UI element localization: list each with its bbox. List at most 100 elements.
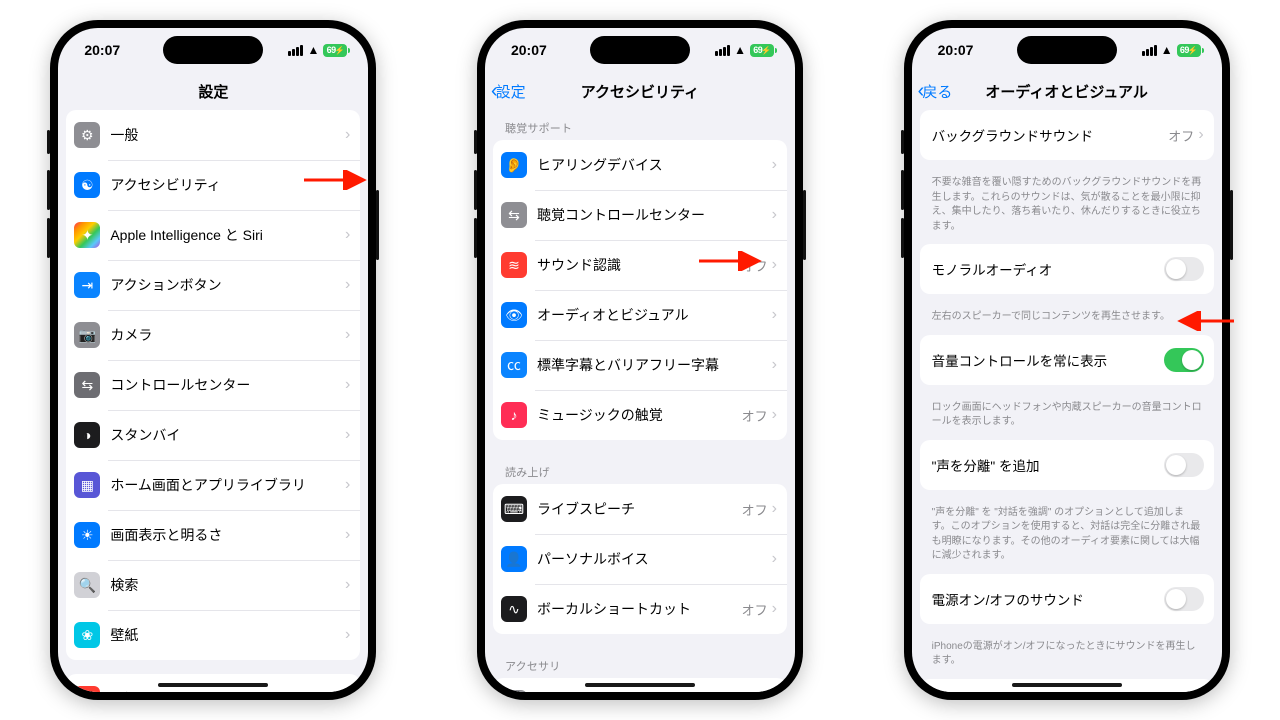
camera-icon: 📷 [74,322,100,348]
settings-row[interactable]: ☀画面表示と明るさ› [66,510,360,560]
cellular-icon [715,45,730,56]
settings-row[interactable]: 👂ヒアリングデバイス› [493,140,787,190]
chevron-right-icon: › [772,551,777,567]
back-button[interactable]: ‹設定 [491,72,526,110]
wifi-icon: ▲ [734,43,746,57]
row-label: スタンバイ [110,425,345,445]
chevron-right-icon: › [345,177,350,193]
settings-row[interactable]: 📷 カメラ› [66,310,360,360]
battery-icon: 69⚡ [1177,44,1204,57]
row-mono-audio[interactable]: モノラルオーディオ [920,244,1214,294]
settings-row[interactable]: ㏄標準字幕とバリアフリー字幕› [493,340,787,390]
row-background-sounds[interactable]: バックグラウンドサウンド オフ › [920,110,1214,160]
chevron-right-icon: › [345,277,350,293]
section-header: 読み上げ [493,454,787,484]
kb-icon: ⌨ [501,496,527,522]
section-header: 聴覚サポート [493,110,787,140]
toggle-headphone-notification[interactable] [1164,692,1204,693]
chevron-right-icon: › [345,427,350,443]
flower-icon: ❀ [74,622,100,648]
chevron-right-icon: › [345,477,350,493]
page-title: オーディオとビジュアル [985,81,1147,102]
row-add-voice-isolation[interactable]: "声を分離" を追加 [920,440,1214,490]
chevron-right-icon: › [345,127,350,143]
settings-row[interactable]: 🔍検索› [66,560,360,610]
toggle-always-show-volume[interactable] [1164,348,1204,372]
wifi-icon: ▲ [1161,43,1173,57]
settings-row[interactable]: ✦Apple Intelligence と Siri› [66,210,360,260]
settings-row[interactable]: ⌨ライブスピーチオフ› [493,484,787,534]
chevron-right-icon: › [772,157,777,173]
clock: 20:07 [84,42,120,58]
settings-row[interactable]: 👤パーソナルボイス› [493,534,787,584]
home-indicator[interactable] [585,683,695,687]
wave2-icon: ∿ [501,596,527,622]
chevron-right-icon: › [345,227,350,243]
voice-icon: 👤 [501,546,527,572]
chevron-right-icon: › [345,327,350,343]
bell-icon: 🔔 [74,686,100,692]
chevron-right-icon: › [345,377,350,393]
home-indicator[interactable] [158,683,268,687]
music-icon: ♪ [501,402,527,428]
gear-icon: ⚙ [74,122,100,148]
chevron-right-icon: › [1198,127,1203,143]
dynamic-island [163,36,263,64]
toggle-voice-isolation[interactable] [1164,453,1204,477]
chevron-right-icon: › [772,307,777,323]
settings-row[interactable]: ☯アクセシビリティ› [66,160,360,210]
footer-text: 左右のスピーカーで同じコンテンツを再生させます。 [920,308,1214,335]
settings-row[interactable]: ∿ボーカルショートカットオフ› [493,584,787,634]
chevron-right-icon: › [345,577,350,593]
nav-bar: 設定 [58,72,368,110]
phone-1: 20:07 ▲ 69⚡ 設定 ⚙一般›☯アクセシビリティ›✦Apple Inte… [50,20,376,700]
dynamic-island [590,36,690,64]
settings-row[interactable]: ❀壁紙› [66,610,360,660]
row-label: アクションボタン [110,275,345,295]
wifi-icon: ▲ [307,43,319,57]
cellular-icon [288,45,303,56]
row-label: Apple Intelligence と Siri [110,225,345,245]
row-always-show-volume[interactable]: 音量コントロールを常に表示 [920,335,1214,385]
settings-row[interactable]: ⇆聴覚コントロールセンター› [493,190,787,240]
audio-visual-list[interactable]: バックグラウンドサウンド オフ › 不要な雑音を覆い隠すためのバックグラウンドサ… [912,110,1222,692]
row-detail: オフ [742,500,768,519]
nav-bar: ‹戻る オーディオとビジュアル [912,72,1222,110]
row-detail: オフ [742,600,768,619]
toggle-power-sound[interactable] [1164,587,1204,611]
kb2-icon: ⌨ [501,690,527,692]
section-header: アクセサリ [493,648,787,678]
phone-3: 20:07 ▲ 69⚡ ‹戻る オーディオとビジュアル バックグラウンドサウンド [904,20,1230,700]
row-label: 一般 [110,125,345,145]
toggle-mono-audio[interactable] [1164,257,1204,281]
row-detail: オフ [742,256,768,275]
row-label: ホーム画面とアプリライブラリ [110,475,345,495]
row-label: オーディオとビジュアル [537,305,772,325]
settings-row[interactable]: ♪ミュージックの触覚オフ› [493,390,787,440]
settings-row[interactable]: ▦ホーム画面とアプリライブラリ› [66,460,360,510]
home-indicator[interactable] [1012,683,1122,687]
wave-icon: ≋ [501,252,527,278]
row-label: アクセシビリティ [110,175,345,195]
settings-row[interactable]: 👁オーディオとビジュアル› [493,290,787,340]
footer-text: ロック画面にヘッドフォンや内蔵スピーカーの音量コントロールを表示します。 [920,399,1214,440]
settings-list[interactable]: ⚙一般›☯アクセシビリティ›✦Apple Intelligence と Siri… [58,110,368,692]
row-label: カメラ [110,325,345,345]
settings-row[interactable]: ⇆コントロールセンター› [66,360,360,410]
row-power-sound[interactable]: 電源オン/オフのサウンド [920,574,1214,624]
back-button[interactable]: ‹戻る [918,72,953,110]
row-detail: オフ [742,406,768,425]
chevron-right-icon: › [345,527,350,543]
search-icon: 🔍 [74,572,100,598]
row-label: ライブスピーチ [537,499,742,519]
footer-text: iPhoneの電源がオン/オフになったときにサウンドを再生します。 [920,638,1214,679]
battery-icon: 69⚡ [750,44,777,57]
standby-icon: ◑ [74,422,100,448]
accessibility-list[interactable]: 聴覚サポート 👂ヒアリングデバイス›⇆聴覚コントロールセンター›≋サウンド認識オ… [485,110,795,692]
settings-row[interactable]: ⇥アクションボタン› [66,260,360,310]
row-label: 標準字幕とバリアフリー字幕 [537,355,772,375]
phone-2: 20:07 ▲ 69⚡ ‹設定 アクセシビリティ 聴覚サポート 👂ヒアリングデバ… [477,20,803,700]
settings-row[interactable]: ⚙ 一般› [66,110,360,160]
settings-row[interactable]: ◑ スタンバイ› [66,410,360,460]
settings-row[interactable]: ≋サウンド認識オフ› [493,240,787,290]
